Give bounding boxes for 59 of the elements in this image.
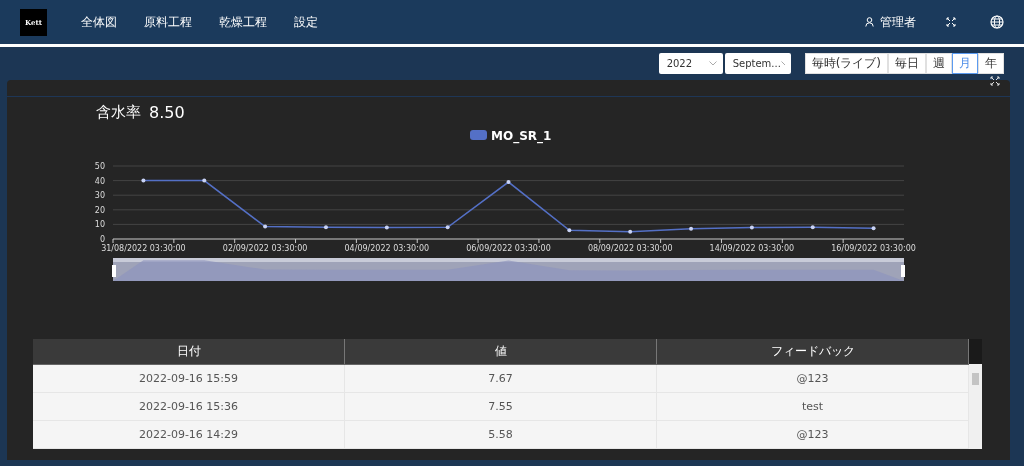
table-cell: 2022-09-16 15:36 (33, 393, 345, 420)
data-point (506, 180, 511, 185)
axis-label: 50 (94, 162, 105, 171)
data-point (445, 225, 450, 230)
nav-link[interactable]: 原料工程 (144, 13, 192, 31)
period-tab[interactable]: 毎日 (888, 53, 926, 74)
table-cell: 7.55 (345, 393, 657, 420)
axis-label: 14/09/2022 03:30:00 (709, 244, 795, 253)
data-point (628, 229, 633, 234)
expand-icon[interactable] (990, 76, 1000, 86)
data-point (141, 178, 146, 183)
zoom-slider[interactable] (112, 258, 905, 281)
axis-label: 10 (94, 220, 105, 230)
axis-label: 08/09/2022 03:30:00 (587, 244, 673, 253)
year-select[interactable]: 2022 (658, 53, 723, 74)
axis-label: 30 (94, 191, 105, 201)
month-select[interactable]: Septem... (724, 53, 791, 74)
data-point (263, 224, 268, 229)
fullscreen-icon[interactable] (946, 17, 956, 27)
nav-link[interactable]: 乾燥工程 (219, 13, 267, 31)
chart-legend[interactable]: MO_SR_1 (470, 129, 552, 143)
period-tab[interactable]: 月 (952, 53, 978, 74)
nav-link[interactable]: 全体図 (81, 13, 117, 31)
metric-value: 8.50 (149, 103, 185, 122)
period-tab[interactable]: 年 (978, 53, 1004, 74)
column-header[interactable]: 日付 (33, 339, 345, 364)
user-name[interactable]: 管理者 (880, 13, 916, 31)
nav-link[interactable]: 設定 (294, 13, 318, 31)
user-icon[interactable] (865, 17, 874, 27)
axis-label: 04/09/2022 03:30:00 (344, 244, 430, 253)
axis-label: 31/08/2022 03:30:00 (101, 244, 186, 253)
globe-icon[interactable] (990, 15, 1004, 29)
data-point (384, 225, 389, 230)
axis-label: 02/09/2022 03:30:00 (222, 244, 308, 253)
axis-label: 40 (94, 176, 105, 186)
data-point (323, 225, 328, 230)
chevron-icon (708, 61, 717, 66)
data-point (749, 225, 754, 230)
period-tab[interactable]: 週 (926, 53, 952, 74)
axis-label: 16/09/2022 03:30:00 (831, 244, 916, 253)
data-point (567, 228, 572, 233)
table-cell: 2022-09-16 14:29 (33, 421, 345, 448)
period-tab[interactable]: 毎時(ライブ) (804, 53, 888, 74)
scrollbar-thumb[interactable] (972, 373, 979, 385)
table-cell: 2022-09-16 15:59 (33, 365, 345, 392)
axis-label: 06/09/2022 03:30:00 (466, 244, 551, 253)
column-header[interactable]: 値 (345, 339, 657, 364)
table-cell: 5.58 (345, 421, 657, 448)
table-cell: 7.67 (345, 365, 657, 392)
legend-label: MO_SR_1 (491, 129, 552, 144)
data-point (689, 226, 694, 231)
scrollbar[interactable] (969, 339, 982, 449)
metric-label: 含水率 (96, 103, 141, 122)
data-point (810, 225, 815, 230)
data-point (871, 226, 876, 231)
axis-label: 0 (99, 235, 105, 244)
chevron-icon (780, 61, 785, 66)
axis-label: 20 (94, 205, 105, 215)
data-point (202, 178, 207, 183)
